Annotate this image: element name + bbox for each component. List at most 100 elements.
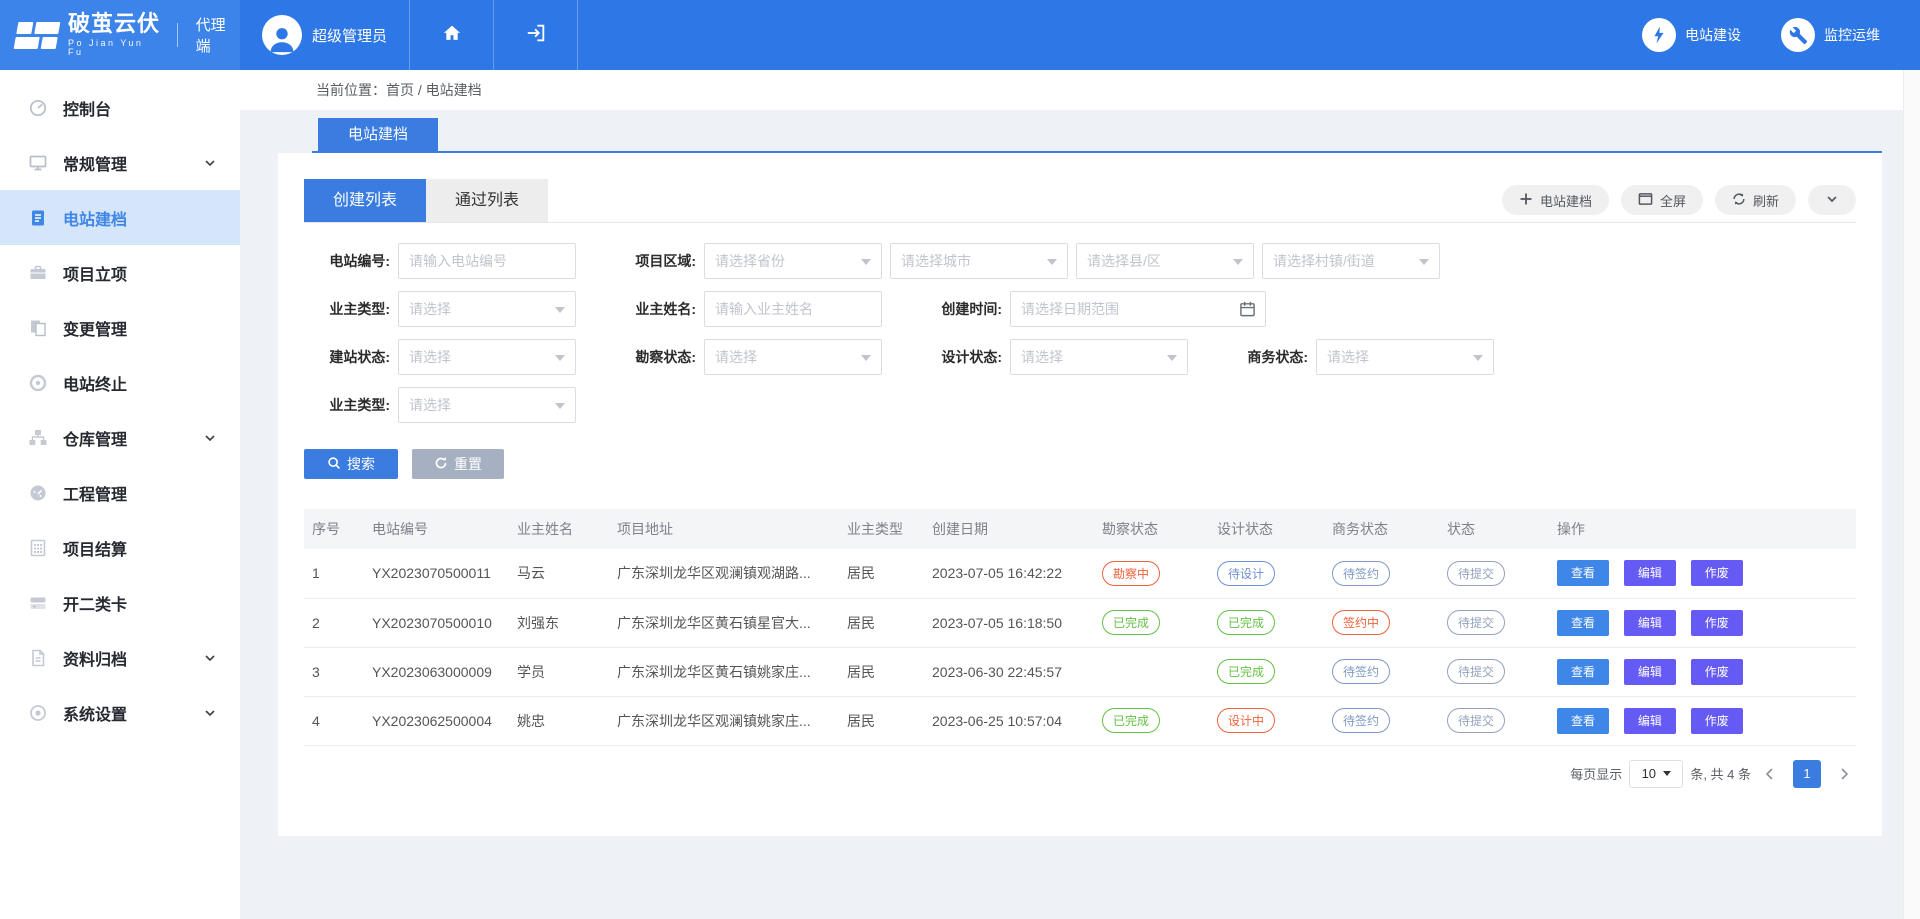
- town-select[interactable]: 请选择村镇/街道: [1262, 243, 1440, 279]
- create-station-button[interactable]: 电站建档: [1502, 185, 1609, 215]
- business-status-badge: 待签约: [1332, 708, 1390, 733]
- business-status-select[interactable]: 请选择: [1316, 339, 1494, 375]
- refresh-button[interactable]: 刷新: [1715, 185, 1796, 215]
- edit-button[interactable]: 编辑: [1624, 560, 1676, 586]
- sidebar-item-type2-card[interactable]: 开二类卡: [0, 575, 240, 630]
- date-range-picker[interactable]: 请选择日期范围: [1010, 291, 1266, 327]
- status-badge: 待提交: [1447, 561, 1505, 586]
- sidebar-item-label: 项目结算: [63, 536, 127, 560]
- breadcrumb: 当前位置： 首页 / 电站建档: [240, 70, 1920, 110]
- user-menu[interactable]: 超级管理员: [240, 0, 410, 70]
- fullscreen-icon: [1638, 192, 1653, 209]
- design-status-select[interactable]: 请选择: [1010, 339, 1188, 375]
- edit-button[interactable]: 编辑: [1624, 708, 1676, 734]
- sidebar-item-warehouse-mgmt[interactable]: 仓库管理: [0, 410, 240, 465]
- prev-page-button[interactable]: [1758, 767, 1782, 781]
- per-page-select[interactable]: 10: [1629, 760, 1683, 788]
- survey-status-badge: 勘察中: [1102, 561, 1160, 586]
- total-count-label: 条, 共 4 条: [1690, 764, 1751, 783]
- page-number-1[interactable]: 1: [1793, 760, 1821, 788]
- design-status-label: 设计状态:: [916, 347, 1002, 367]
- sidebar-item-project-initiation[interactable]: 项目立项: [0, 245, 240, 300]
- caret-down-icon: [555, 403, 565, 409]
- collapse-toolbar-button[interactable]: [1808, 185, 1856, 215]
- city-select[interactable]: 请选择城市: [890, 243, 1068, 279]
- calendar-icon[interactable]: [1239, 300, 1256, 318]
- void-button[interactable]: 作废: [1691, 560, 1743, 586]
- build-status-select[interactable]: 请选择: [398, 339, 576, 375]
- sidebar-item-label: 控制台: [63, 96, 111, 120]
- project-region-label: 项目区域:: [610, 251, 696, 271]
- design-status-badge: 设计中: [1217, 708, 1275, 733]
- pagination: 每页显示 10 条, 共 4 条 1: [304, 760, 1856, 788]
- sidebar-item-console[interactable]: 控制台: [0, 80, 240, 135]
- lightning-icon: [1642, 18, 1676, 52]
- fullscreen-button[interactable]: 全屏: [1621, 185, 1703, 215]
- caret-down-icon: [861, 259, 871, 265]
- owner-type2-label: 业主类型:: [304, 395, 390, 415]
- brand-subtitle: Po Jian Yun Fu: [68, 39, 163, 57]
- view-button[interactable]: 查看: [1557, 708, 1609, 734]
- stop-circle-icon: [28, 373, 48, 393]
- edit-button[interactable]: 编辑: [1624, 610, 1676, 636]
- sidebar-item-station-terminate[interactable]: 电站终止: [0, 355, 240, 410]
- owner-name-label: 业主姓名:: [610, 299, 696, 319]
- sidebar-item-station-archive[interactable]: 电站建档: [0, 190, 240, 245]
- status-badge: 待提交: [1447, 708, 1505, 733]
- survey-status-label: 勘察状态:: [610, 347, 696, 367]
- void-button[interactable]: 作废: [1691, 610, 1743, 636]
- edit-button[interactable]: 编辑: [1624, 659, 1676, 685]
- tab-create-list[interactable]: 创建列表: [304, 179, 426, 222]
- logout-button[interactable]: [494, 0, 578, 70]
- view-button[interactable]: 查看: [1557, 610, 1609, 636]
- page-tab-station-archive[interactable]: 电站建档: [318, 118, 438, 151]
- table-row: 4 YX2023062500004 姚忠 广东深圳龙华区观澜镇姚家庄... 居民…: [304, 696, 1856, 745]
- view-button[interactable]: 查看: [1557, 560, 1609, 586]
- table-row: 3 YX2023063000009 学员 广东深圳龙华区黄石镇姚家庄... 居民…: [304, 647, 1856, 696]
- sidebar-item-system-settings[interactable]: 系统设置: [0, 685, 240, 740]
- nav-station-build[interactable]: 电站建设: [1642, 0, 1741, 70]
- design-status-badge: 已完成: [1217, 610, 1275, 635]
- sidebar-item-label: 资料归档: [63, 646, 127, 670]
- design-status-badge: 待设计: [1217, 561, 1275, 586]
- owner-type-label: 业主类型:: [304, 299, 390, 319]
- owner-name-input[interactable]: [704, 291, 882, 327]
- sitemap-icon: [28, 428, 48, 448]
- owner-type-select[interactable]: 请选择: [398, 291, 576, 327]
- tab-passed-list[interactable]: 通过列表: [426, 179, 548, 222]
- filter-form: 电站编号: 项目区域: 请选择省份 请选择城市 请选择县/区 请选择村镇/街道 …: [304, 243, 1856, 479]
- sidebar-item-data-archive[interactable]: 资料归档: [0, 630, 240, 685]
- home-button[interactable]: [410, 0, 494, 70]
- sidebar-item-project-settlement[interactable]: 项目结算: [0, 520, 240, 575]
- view-button[interactable]: 查看: [1557, 659, 1609, 685]
- void-button[interactable]: 作废: [1691, 659, 1743, 685]
- next-page-button[interactable]: [1832, 767, 1856, 781]
- search-button[interactable]: 搜索: [304, 449, 398, 479]
- content-card: 创建列表 通过列表 电站建档 全屏 刷新: [278, 153, 1882, 836]
- caret-down-icon: [1047, 259, 1057, 265]
- sidebar-item-label: 系统设置: [63, 701, 127, 725]
- chevron-down-icon: [204, 157, 216, 169]
- void-button[interactable]: 作废: [1691, 708, 1743, 734]
- sidebar-item-change-mgmt[interactable]: 变更管理: [0, 300, 240, 355]
- caret-down-icon: [1233, 259, 1243, 265]
- caret-down-icon: [555, 355, 565, 361]
- sidebar-item-general-mgmt[interactable]: 常规管理: [0, 135, 240, 190]
- copy-icon: [28, 318, 48, 338]
- brand-portal-label: 代理端: [196, 14, 240, 56]
- briefcase-icon: [28, 263, 48, 283]
- station-code-input[interactable]: [398, 243, 576, 279]
- brand-divider: [177, 23, 178, 47]
- province-select[interactable]: 请选择省份: [704, 243, 882, 279]
- nav-monitor-ops[interactable]: 监控运维: [1781, 0, 1880, 70]
- sidebar-item-engineering-mgmt[interactable]: 工程管理: [0, 465, 240, 520]
- station-table: 序号 电站编号 业主姓名 项目地址 业主类型 创建日期 勘察状态 设计状态 商务…: [304, 509, 1856, 746]
- scrollbar-track[interactable]: [1903, 70, 1920, 919]
- chevron-down-icon: [1825, 192, 1839, 209]
- reset-button[interactable]: 重置: [412, 449, 504, 479]
- sidebar-item-label: 电站终止: [63, 371, 127, 395]
- owner-type2-select[interactable]: 请选择: [398, 387, 576, 423]
- county-select[interactable]: 请选择县/区: [1076, 243, 1254, 279]
- business-status-label: 商务状态:: [1222, 347, 1308, 367]
- survey-status-select[interactable]: 请选择: [704, 339, 882, 375]
